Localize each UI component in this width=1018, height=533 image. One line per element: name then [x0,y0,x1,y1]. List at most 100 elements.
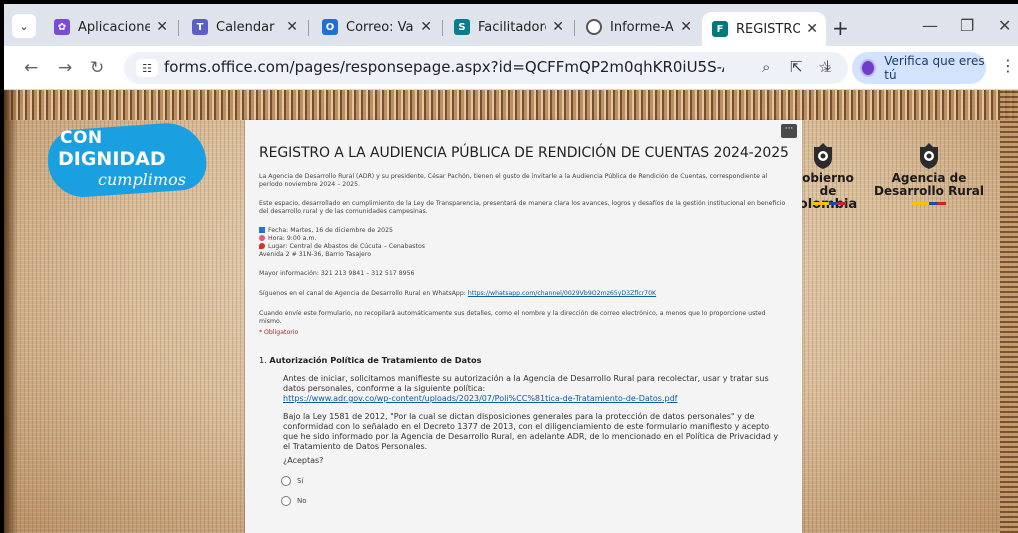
question-1-header: 1. Autorización Política de Tratamiento … [259,355,481,365]
globe-icon [586,19,602,35]
tab-calendar[interactable]: T Calendar | Ca ✕ [182,12,306,42]
question-1-legal-text: Bajo la Ley 1581 de 2012, "Por la cual s… [283,412,779,451]
burlap-band [4,90,1018,120]
url-text[interactable]: forms.office.com/pages/responsepage.aspx… [164,58,724,76]
close-icon[interactable]: ✕ [552,19,564,35]
clock-icon [259,235,265,241]
reload-icon[interactable]: ↻ [90,58,104,78]
tab-divider [442,20,443,36]
event-fecha: Fecha: Martes, 16 de diciembre de 2025 [259,227,789,235]
address-bar[interactable]: ☷ forms.office.com/pages/responsepage.as… [124,52,848,84]
required-note: * Obligatorio [259,329,299,336]
screen-frame: ⌄ ✿ Aplicaciones ✕ T Calendar | Ca ✕ O C… [0,0,1018,533]
tab-informe[interactable]: Informe-Aud ✕ [576,12,700,42]
zoom-icon[interactable]: ⌕ [762,58,770,76]
whatsapp-link[interactable]: https://whatsapp.com/channel/0029Vb9O2mz… [468,290,656,297]
adr-flag-bar [912,202,946,205]
close-icon[interactable]: ✕ [156,19,168,35]
privacy-note: Cuando envíe este formulario, no recopil… [259,310,766,325]
sharepoint-icon: S [454,19,470,35]
burlap-edge-left [4,90,18,533]
question-title: Autorización Política de Tratamiento de … [269,355,482,365]
tab-search-chevron-icon[interactable]: ⌄ [12,14,36,38]
question-1-intro: Antes de iniciar, solicitamos manifieste… [283,374,769,393]
more-options-icon[interactable]: ··· [781,124,797,138]
form-card: ··· REGISTRO A LA AUDIENCIA PÚBLICA DE R… [245,120,802,533]
con-dignidad-logo: CON DIGNIDAD cumplimos [45,120,209,200]
verify-label: Verifica que eres tú [884,54,985,82]
whatsapp-line: Síguenos en el canal de Agencia de Desar… [259,290,789,298]
verify-profile-button[interactable]: Verifica que eres tú [852,52,986,84]
hora-text: Hora: 9:00 a.m. [268,235,317,242]
forms-icon: F [712,21,728,37]
option-no[interactable]: No [281,496,307,506]
tab-strip: ⌄ ✿ Aplicaciones ✕ T Calendar | Ca ✕ O C… [4,4,1018,46]
profile-avatar-icon [860,59,877,77]
event-lugar: Lugar: Central de Abastos de Cúcuta – Ce… [259,243,789,251]
gov-colombia-text: obierno de olombia [798,171,858,212]
minimize-icon[interactable]: — [922,16,938,35]
teams-icon: T [192,19,208,35]
logo-line-2: DIGNIDAD [58,148,166,170]
radio-button[interactable] [281,496,291,506]
window-close-icon[interactable]: ✕ [998,16,1011,35]
browser-window: ⌄ ✿ Aplicaciones ✕ T Calendar | Ca ✕ O C… [4,4,1018,533]
install-app-icon[interactable]: ⇱ [790,58,803,76]
question-number: 1. [259,355,267,365]
new-tab-plus-icon[interactable]: + [832,16,849,40]
lugar-text: Lugar: Central de Abastos de Cúcuta – Ce… [268,243,425,250]
intro-paragraph-2: Este espacio, desarrollado en cumplimien… [259,200,786,215]
tab-label: Calendar | Ca [216,19,280,35]
tab-divider [178,20,179,36]
option-label: No [297,497,307,505]
fecha-text: Fecha: Martes, 16 de diciembre de 2025 [268,227,393,234]
tab-divider [308,20,309,36]
option-label: Sí [297,477,304,485]
option-si[interactable]: Sí [281,476,303,486]
event-hora: Hora: 9:00 a.m. [259,235,789,243]
tab-correo[interactable]: O Correo: Vane ✕ [312,12,440,42]
close-icon[interactable]: ✕ [420,19,432,35]
location-pin-icon [259,243,265,249]
close-icon[interactable]: ✕ [286,19,298,35]
contact-info: Mayor información: 321 213 9841 – 312 51… [259,270,415,277]
policy-link[interactable]: https://www.adr.gov.co/wp-content/upload… [283,394,678,403]
calendar-icon [259,227,265,233]
forward-arrow-icon[interactable]: → [58,58,72,78]
tab-registro-active[interactable]: F REGISTRO A ✕ [702,12,826,46]
download-icon[interactable]: ⤓ [824,56,831,76]
burlap-edge-right [1000,90,1018,533]
whatsapp-text: Síguenos en el canal de Agencia de Desar… [259,290,466,297]
site-settings-icon[interactable]: ☷ [136,59,158,77]
close-icon[interactable]: ✕ [806,21,818,37]
form-title: REGISTRO A LA AUDIENCIA PÚBLICA DE RENDI… [259,145,789,161]
tab-aplicaciones[interactable]: ✿ Aplicaciones ✕ [44,12,176,42]
adr-line-2: Desarrollo Rural [874,184,984,198]
tab-label: Informe-Aud [610,19,674,35]
outlook-icon: O [322,19,338,35]
tab-label: Facilitadores [478,19,546,35]
tab-label: Aplicaciones [78,19,151,35]
apps-icon: ✿ [54,19,70,35]
question-1-prompt: ¿Aceptas? [283,456,324,465]
intro-paragraph-1: La Agencia de Desarrollo Rural (ADR) y s… [259,173,768,188]
tab-label: Correo: Vane [346,19,414,35]
browser-toolbar: ← → ↻ ☷ forms.office.com/pages/responsep… [4,46,1018,90]
adr-seal-icon [920,143,938,169]
colombia-seal-icon [814,143,832,169]
page-background: CON DIGNIDAD cumplimos obierno de olombi… [4,90,1018,533]
restore-icon[interactable]: ❐ [960,16,974,35]
gov-line-1: obierno de [802,171,854,198]
tab-facilitadores[interactable]: S Facilitadores ✕ [444,12,572,42]
logo-line-3: cumplimos [98,170,186,189]
tab-divider [574,20,575,36]
question-1-link-line: https://www.adr.gov.co/wp-content/upload… [283,394,783,404]
back-arrow-icon[interactable]: ← [24,58,38,78]
logo-line-1: CON [60,128,103,148]
event-direccion: Avenida 2 # 31N-36, Barrio Tasajero [259,251,372,258]
tab-label: REGISTRO A [736,21,801,37]
close-icon[interactable]: ✕ [680,19,692,35]
colombia-flag-bar [812,202,846,205]
radio-button[interactable] [281,476,291,486]
browser-menu-icon[interactable]: ⋮ [1000,56,1016,75]
